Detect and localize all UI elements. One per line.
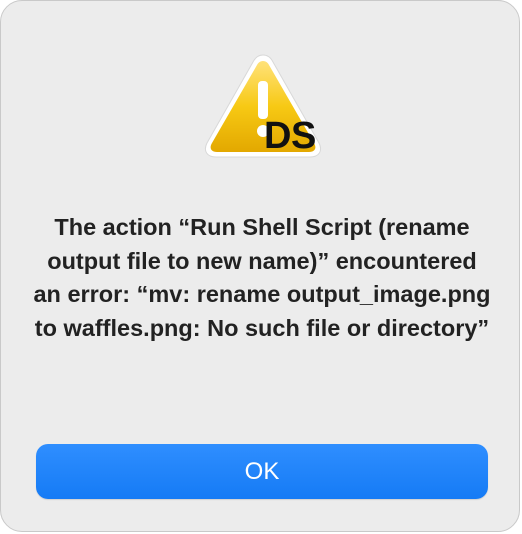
alert-dialog: DS The action “Run Shell Script (rename … (0, 0, 520, 532)
ok-button[interactable]: OK (36, 444, 488, 499)
alert-message: The action “Run Shell Script (rename out… (33, 214, 491, 341)
app-badge-ds: DS (264, 115, 316, 157)
